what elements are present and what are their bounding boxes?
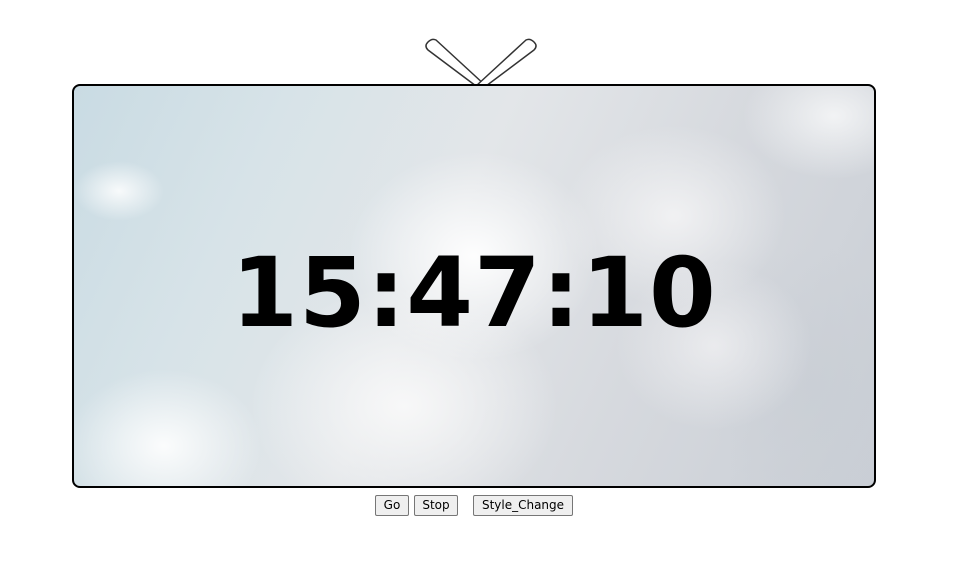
go-button[interactable]: Go — [375, 495, 409, 516]
tv-clock-stage: 15:47:10 Go Stop Style_Change — [0, 0, 969, 563]
tv-screen: 15:47:10 — [72, 84, 876, 488]
stop-button[interactable]: Stop — [414, 495, 458, 516]
style-change-button[interactable]: Style_Change — [473, 495, 573, 516]
tv-antenna-icon — [425, 38, 537, 87]
clock-time-display: 15:47:10 — [231, 237, 717, 349]
